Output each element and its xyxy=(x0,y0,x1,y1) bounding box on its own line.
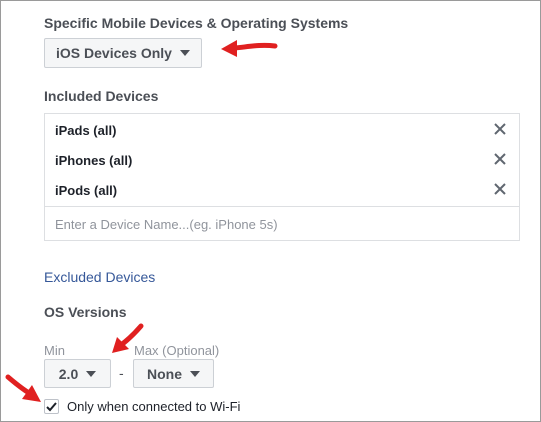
included-devices-box: iPads (all) iPhones (all) iPods (all) En… xyxy=(44,113,520,241)
wifi-checkbox-label: Only when connected to Wi-Fi xyxy=(67,399,241,414)
section-title: Specific Mobile Devices & Operating Syst… xyxy=(44,15,349,31)
max-version-value: None xyxy=(147,365,182,382)
range-separator: - xyxy=(119,365,124,381)
max-version-dropdown[interactable]: None xyxy=(133,359,214,388)
device-row: iPods (all) xyxy=(45,175,519,205)
annotation-arrow-icon xyxy=(221,40,278,57)
chevron-down-icon xyxy=(86,370,97,377)
annotation-arrow-icon xyxy=(112,323,144,353)
min-version-value: 2.0 xyxy=(58,365,79,382)
annotation-arrow-icon xyxy=(5,374,41,402)
chevron-down-icon xyxy=(190,370,200,377)
device-label: iPads (all) xyxy=(55,122,117,138)
os-versions-title: OS Versions xyxy=(44,304,127,320)
close-icon[interactable] xyxy=(493,182,507,196)
close-icon[interactable] xyxy=(493,122,507,136)
device-label: iPhones (all) xyxy=(55,152,133,168)
min-version-dropdown[interactable]: 2.0 xyxy=(44,359,111,388)
chevron-down-icon xyxy=(179,50,190,56)
device-row: iPads (all) xyxy=(45,115,519,145)
close-icon[interactable] xyxy=(493,152,507,166)
excluded-devices-link[interactable]: Excluded Devices xyxy=(44,269,155,285)
device-row: iPhones (all) xyxy=(45,145,519,175)
platform-dropdown-value: iOS Devices Only xyxy=(56,45,172,61)
wifi-checkbox[interactable] xyxy=(44,399,59,414)
platform-dropdown[interactable]: iOS Devices Only xyxy=(44,38,202,68)
device-search-input[interactable]: Enter a Device Name...(eg. iPhone 5s) xyxy=(45,206,519,241)
targeting-panel: Specific Mobile Devices & Operating Syst… xyxy=(0,0,541,422)
device-label: iPods (all) xyxy=(55,182,118,198)
device-search-placeholder: Enter a Device Name...(eg. iPhone 5s) xyxy=(55,216,278,232)
min-label: Min xyxy=(44,343,65,358)
checkmark-icon xyxy=(46,402,57,412)
included-devices-title: Included Devices xyxy=(44,88,159,104)
